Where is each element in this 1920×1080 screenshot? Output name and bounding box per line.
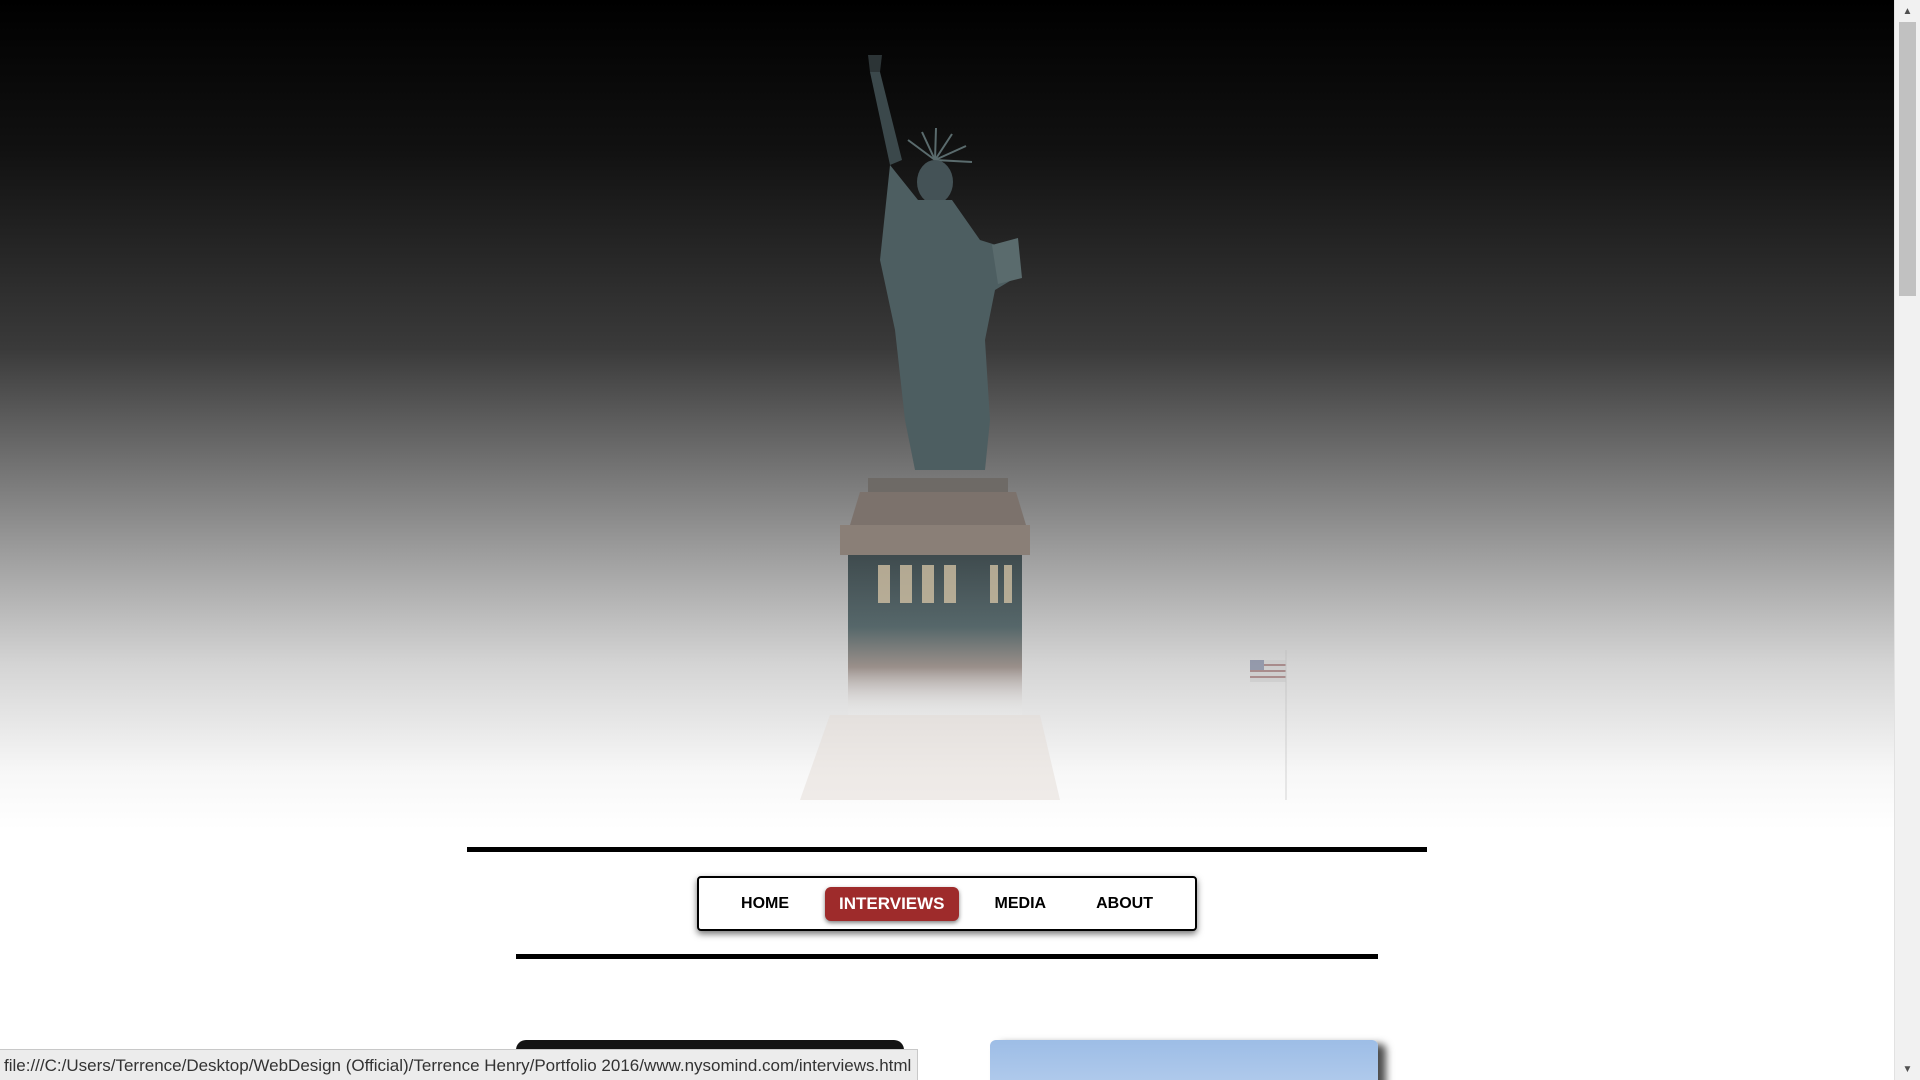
triangle-down-icon[interactable]: ▼ [1895,1060,1920,1078]
nav-interviews[interactable]: INTERVIEWS [825,886,959,921]
scrollbar-thumb[interactable] [1899,22,1916,296]
nav-home[interactable]: HOME [727,888,803,920]
main-nav: HOME INTERVIEWS MEDIA ABOUT [697,876,1197,931]
hero-banner [0,0,1894,830]
triangle-up-icon[interactable]: ▲ [1895,2,1920,20]
nav-media[interactable]: MEDIA [981,888,1061,920]
page: HOME INTERVIEWS MEDIA ABOUT file:///C:/U… [0,0,1894,1080]
divider-top [467,847,1427,852]
statue-of-liberty-image [800,55,1287,800]
status-bar-url: file:///C:/Users/Terrence/Desktop/WebDes… [0,1049,919,1080]
nav-about[interactable]: ABOUT [1082,888,1167,920]
interview-thumbnail-right[interactable] [990,1040,1378,1080]
divider-bottom [516,954,1378,959]
vertical-scrollbar[interactable]: ▲ ▼ [1894,0,1920,1080]
